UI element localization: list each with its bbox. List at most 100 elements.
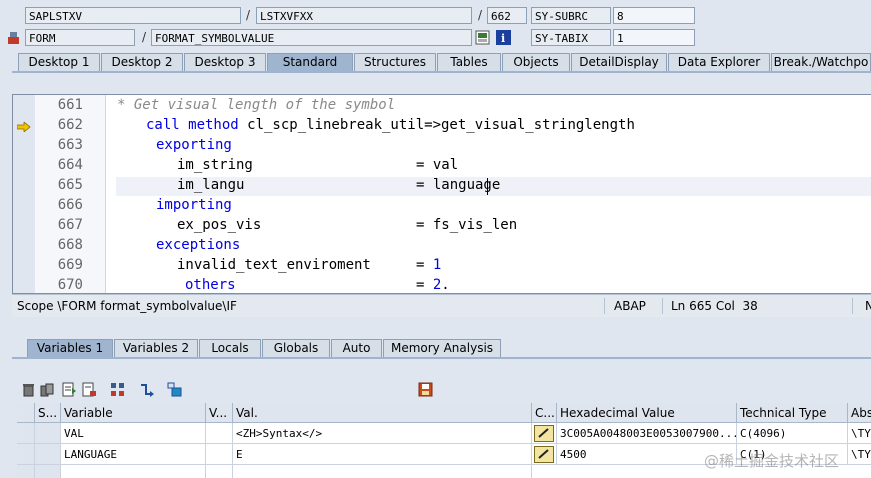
table-cell-v [206, 444, 233, 465]
table-cell-variable[interactable] [61, 465, 206, 478]
tab-desktop-1[interactable]: Desktop 1 [18, 53, 100, 71]
edit-value-button[interactable] [532, 423, 557, 444]
keyword: exporting [156, 137, 232, 153]
table-cell-value[interactable] [233, 465, 532, 478]
editor-status-bar: Scope \FORM format_symbolvalue\IF ABAP L… [12, 294, 871, 317]
include-field: LSTXVFXX [256, 7, 472, 24]
scope-label: Scope \FORM format_symbolvalue\IF [17, 299, 237, 313]
info-icon[interactable]: i [496, 30, 511, 45]
line-field: 662 [487, 7, 527, 24]
hierarchy-icon[interactable] [110, 382, 125, 397]
table-cell-status [35, 444, 61, 465]
lower-tab-underline [12, 357, 871, 359]
row-selector[interactable] [17, 444, 35, 465]
structure-icon[interactable] [167, 382, 182, 397]
column-header-value[interactable]: Val. [233, 403, 532, 423]
param-value: = val [416, 157, 459, 173]
table-cell-value[interactable]: <ZH>Syntax</> [233, 423, 532, 444]
tab-desktop-2[interactable]: Desktop 2 [101, 53, 183, 71]
param-name: ex_pos_vis [177, 217, 262, 233]
code-line-662: call method cl_scp_linebreak_util=>get_v… [146, 117, 635, 133]
table-cell-variable[interactable]: LANGUAGE [61, 444, 206, 465]
tab-data-explorer[interactable]: Data Explorer [668, 53, 770, 71]
tab-objects[interactable]: Objects [502, 53, 570, 71]
event-type-field: FORM [25, 29, 135, 46]
tab-memory-analysis[interactable]: Memory Analysis [383, 339, 501, 357]
line-number: 668 [57, 237, 83, 253]
tab-variables-1[interactable]: Variables 1 [27, 339, 113, 357]
tab-locals[interactable]: Locals [199, 339, 261, 357]
current-statement-arrow-icon [16, 121, 31, 133]
row-selector[interactable] [17, 423, 35, 444]
table-cell-variable[interactable]: VAL [61, 423, 206, 444]
param-name: im_string [177, 157, 253, 173]
table-cell-v [206, 423, 233, 444]
tab-underline [12, 71, 871, 73]
remove-row-icon[interactable] [82, 382, 97, 397]
event-name-field: FORMAT_SYMBOLVALUE [151, 29, 472, 46]
tab-tables[interactable]: Tables [437, 53, 501, 71]
delete-all-icon[interactable] [39, 382, 54, 397]
tab-detaildisplay[interactable]: DetailDisplay [571, 53, 667, 71]
param-name: im_langu [177, 177, 245, 193]
language-label: ABAP [614, 299, 646, 313]
table-cell-technical-type: C(4096) [737, 423, 848, 444]
table-cell-value[interactable]: E [233, 444, 532, 465]
line-number: 664 [57, 157, 83, 173]
tab-variables-2[interactable]: Variables 2 [114, 339, 198, 357]
tab-globals[interactable]: Globals [262, 339, 330, 357]
tab-auto[interactable]: Auto [331, 339, 382, 357]
tab-standard[interactable]: Standard [267, 53, 353, 71]
keyword: call method [146, 117, 239, 133]
line-number: 667 [57, 217, 83, 233]
event-icon [7, 31, 20, 45]
table-cell-absolute-type: \TY [848, 444, 871, 465]
separator: / [142, 30, 147, 44]
svg-text:i: i [501, 32, 505, 45]
column-header-hex[interactable]: Hexadecimal Value [557, 403, 737, 423]
text-cursor [487, 178, 488, 195]
table-cell-status [35, 465, 61, 478]
separator: / [246, 8, 251, 22]
display-icon[interactable] [475, 30, 490, 45]
column-header-technical-type[interactable]: Technical Type [737, 403, 848, 423]
line-number: 669 [57, 257, 83, 273]
tab-structures[interactable]: Structures [354, 53, 436, 71]
table-cell-v [206, 465, 233, 478]
navigate-icon[interactable] [139, 382, 154, 397]
table-cell-status [35, 423, 61, 444]
column-header-variable[interactable]: Variable [61, 403, 206, 423]
row-selector-header[interactable] [17, 403, 35, 423]
tab-desktop-3[interactable]: Desktop 3 [184, 53, 266, 71]
number-literal: 1 [432, 257, 442, 273]
column-header-v[interactable]: V... [206, 403, 233, 423]
line-number: 665 [57, 177, 83, 193]
row-selector[interactable] [17, 465, 35, 478]
gutter-divider [105, 95, 106, 293]
column-header-status[interactable]: S... [35, 403, 61, 423]
param-assign: = 1 [416, 257, 442, 273]
column-header-change[interactable]: C... [532, 403, 557, 423]
edit-value-button[interactable] [532, 444, 557, 465]
line-number: 663 [57, 137, 83, 153]
insert-row-icon[interactable] [62, 382, 77, 397]
sy-tabix-label: SY-TABIX [531, 29, 611, 46]
cursor-position: Ln 665 Col 38 [671, 299, 758, 313]
param-value: = fs_vis_len [416, 217, 518, 233]
code-comment: * Get visual length of the symbol [117, 97, 396, 113]
table-cell-hex: 3C005A0048003E0053007900... [557, 423, 737, 444]
column-header-absolute-type[interactable]: Abs [848, 403, 871, 423]
status-mode: N [865, 299, 871, 313]
watermark: @稀土掘金技术社区 [704, 452, 840, 470]
pencil-icon [534, 446, 554, 463]
save-icon[interactable] [418, 382, 433, 397]
line-number: 670 [57, 277, 83, 293]
code-editor[interactable]: 661 662 663 664 665 666 667 668 669 670 … [12, 94, 871, 294]
line-number: 661 [57, 97, 83, 113]
separator: / [478, 8, 483, 22]
keyword: importing [156, 197, 232, 213]
keyword: others [185, 277, 236, 293]
tab-breakpoints[interactable]: Break./Watchpo [771, 53, 871, 71]
delete-icon[interactable] [21, 382, 36, 397]
keyword: exceptions [156, 237, 241, 253]
